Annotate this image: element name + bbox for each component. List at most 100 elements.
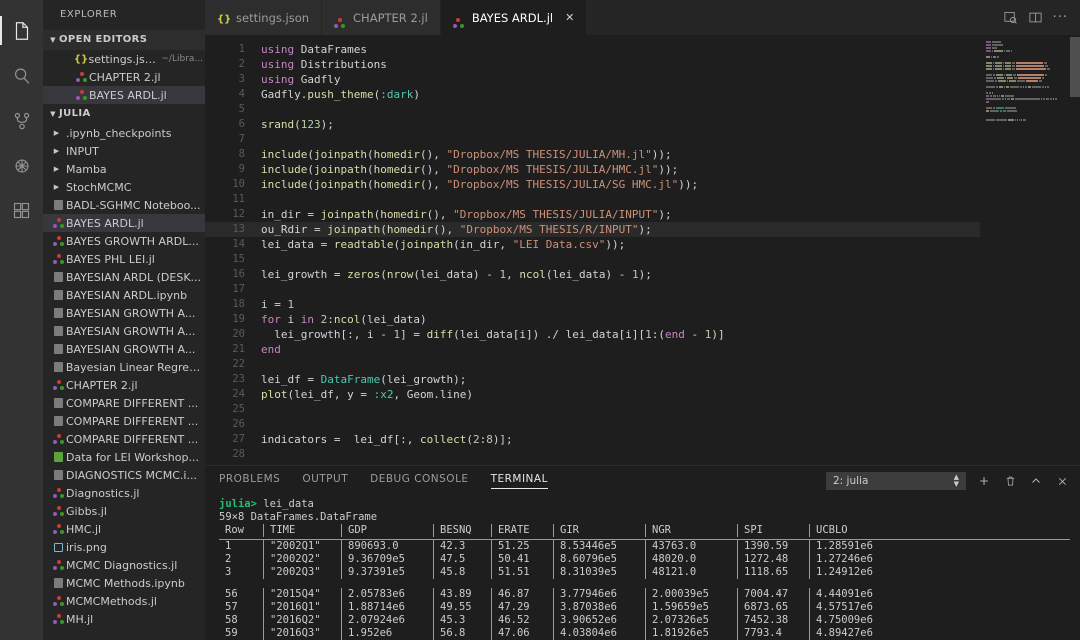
file-tree-item[interactable]: MCMC Methods.ipynb (43, 574, 205, 592)
debug-icon[interactable] (0, 143, 43, 188)
code-editor[interactable]: 1 using DataFrames 2 using Distributions 3 us… (205, 35, 980, 465)
file-tree-item[interactable]: ▶ .ipynb_checkpoints (43, 124, 205, 142)
notebook-file-icon (51, 470, 66, 480)
split-editor-icon[interactable] (1028, 10, 1043, 25)
file-tree-item[interactable]: BAYESIAN GROWTH A... (43, 304, 205, 322)
editor-tab[interactable]: CHAPTER 2.jl (322, 0, 441, 35)
minimap-token (1004, 74, 1005, 76)
minimap[interactable] (980, 35, 1080, 465)
code-token: ncol (333, 313, 361, 326)
notebook-file-icon (51, 344, 66, 354)
minimap-line (986, 83, 1076, 85)
terminal-row-cell: 42.3 (433, 540, 491, 553)
julia-file-icon (51, 253, 66, 265)
file-tree-item[interactable]: Data for LEI Workshop... (43, 448, 205, 466)
file-tree-item[interactable]: COMPARE DIFFERENT ... (43, 412, 205, 430)
code-token: plot (261, 388, 288, 401)
open-editors-list: {} settings.json ~/Libra... CHAPTER 2.jl BAY… (43, 50, 205, 104)
code-token: homedir (386, 223, 434, 236)
code-token: lei_growth (261, 268, 334, 281)
file-tree-label: BAYESIAN GROWTH A... (66, 342, 196, 356)
chevron-right-icon[interactable]: ▶ (51, 183, 62, 191)
panel-tab[interactable]: OUTPUT (302, 473, 348, 489)
source-control-icon[interactable] (0, 98, 43, 143)
file-tree-item[interactable]: HMC.jl (43, 520, 205, 538)
terminal-selector[interactable]: 2: julia ▲ ▼ (826, 472, 966, 490)
file-tree-item[interactable]: BAYESIAN GROWTH A... (43, 322, 205, 340)
code-token: ] = (400, 328, 427, 341)
explorer-icon[interactable] (0, 8, 43, 53)
minimap-token (1007, 77, 1013, 79)
file-tree-item[interactable]: MCMCMethods.jl (43, 592, 205, 610)
split-editor-preview-icon[interactable] (1003, 10, 1018, 25)
file-tree-item[interactable]: Diagnostics.jl (43, 484, 205, 502)
terminal-column-header: SPI (737, 524, 809, 537)
extensions-icon[interactable] (0, 188, 43, 233)
notebook-file-icon (51, 308, 66, 318)
editor-tab[interactable]: BAYES ARDL.jl ✕ (440, 0, 588, 35)
file-tree-item[interactable]: BAYESIAN GROWTH A... (43, 340, 205, 358)
file-tree-item[interactable]: COMPARE DIFFERENT ... (43, 394, 205, 412)
new-terminal-icon[interactable]: + (976, 473, 992, 489)
terminal-row-cell: 58 (225, 614, 238, 626)
chevron-right-icon[interactable]: ▶ (51, 147, 62, 155)
code-line: 15 (205, 252, 980, 267)
line-number: 14 (232, 238, 245, 250)
editor-scrollbar[interactable] (1070, 35, 1080, 465)
terminal-table-rows-bottom: 56 "2015Q4" 2.05783e6 43.89 46.87 3.77946e6 2.… (219, 588, 1080, 640)
file-tree-item[interactable]: CHAPTER 2.jl (43, 376, 205, 394)
editor-scrollbar-thumb[interactable] (1070, 37, 1080, 97)
open-editors-section-header[interactable]: ▼ OPEN EDITORS (43, 30, 205, 50)
terminal-row-cell: 4.89427e6 (809, 627, 899, 640)
terminal-row-cell: 51.25 (491, 540, 553, 553)
file-tree-item[interactable]: ▶ StochMCMC (43, 178, 205, 196)
more-actions-icon[interactable]: ··· (1053, 11, 1068, 24)
open-editor-item[interactable]: BAYES ARDL.jl (43, 86, 205, 104)
minimap-line (986, 119, 1076, 121)
file-tree-item[interactable]: MH.jl (43, 610, 205, 628)
file-tree-item[interactable]: BAYESIAN ARDL (DESK... (43, 268, 205, 286)
minimap-token (993, 68, 994, 70)
file-tree-item[interactable]: BAYES ARDL.jl (43, 214, 205, 232)
panel-tab[interactable]: PROBLEMS (219, 473, 280, 489)
panel-tab[interactable]: DEBUG CONSOLE (370, 473, 468, 489)
open-editor-item[interactable]: CHAPTER 2.jl (43, 68, 205, 86)
file-tree-item[interactable]: BAYES PHL LEI.jl (43, 250, 205, 268)
file-tree-item[interactable]: iris.png (43, 538, 205, 556)
close-panel-icon[interactable] (1054, 473, 1070, 489)
file-tree-item[interactable]: ▶ INPUT (43, 142, 205, 160)
kill-terminal-icon[interactable] (1002, 473, 1018, 489)
code-token: 123 (300, 118, 321, 131)
minimap-token (997, 56, 999, 58)
julia-file-icon (51, 613, 66, 625)
maximize-panel-icon[interactable] (1028, 473, 1044, 489)
file-tree-item[interactable]: Bayesian Linear Regres... (43, 358, 205, 376)
code-line: 10 include(joinpath(homedir(), "Dropbox/M… (205, 177, 980, 192)
open-editor-item[interactable]: {} settings.json ~/Libra... (43, 50, 205, 68)
file-tree-label: BAYESIAN ARDL.ipynb (66, 288, 188, 302)
chevron-right-icon[interactable]: ▶ (51, 165, 62, 173)
editor-tab[interactable]: {} settings.json (205, 0, 323, 35)
code-token: ( (307, 178, 314, 191)
search-icon[interactable] (0, 53, 43, 98)
panel-tab[interactable]: TERMINAL (490, 473, 549, 489)
close-tab-icon[interactable]: ✕ (565, 11, 574, 24)
file-tree-item[interactable]: DIAGNOSTICS MCMC.i... (43, 466, 205, 484)
file-tree-item[interactable]: COMPARE DIFFERENT ... (43, 430, 205, 448)
terminal-output[interactable]: julia> lei_data 59×8 DataFrames.DataFram… (205, 496, 1080, 640)
file-tree-item[interactable]: Gibbs.jl (43, 502, 205, 520)
file-tree-item[interactable]: MCMC Diagnostics.jl (43, 556, 205, 574)
minimap-token (1018, 77, 1041, 79)
file-tree-item[interactable]: ▶ Mamba (43, 160, 205, 178)
chevron-down-icon: ▼ (50, 110, 56, 118)
terminal-row-cell: 45.8 (433, 566, 491, 579)
file-tree-item[interactable]: BAYESIAN ARDL.ipynb (43, 286, 205, 304)
julia-file-icon (51, 379, 66, 391)
file-tree-item[interactable]: BAYES GROWTH ARDL... (43, 232, 205, 250)
terminal-column-header: NGR (645, 524, 737, 537)
minimap-token (997, 77, 1004, 79)
notebook-file-icon (51, 416, 66, 426)
folder-section-header[interactable]: ▼ JULIA (43, 104, 205, 124)
file-tree-item[interactable]: BADL-SGHMC Noteboo... (43, 196, 205, 214)
chevron-right-icon[interactable]: ▶ (51, 129, 62, 137)
